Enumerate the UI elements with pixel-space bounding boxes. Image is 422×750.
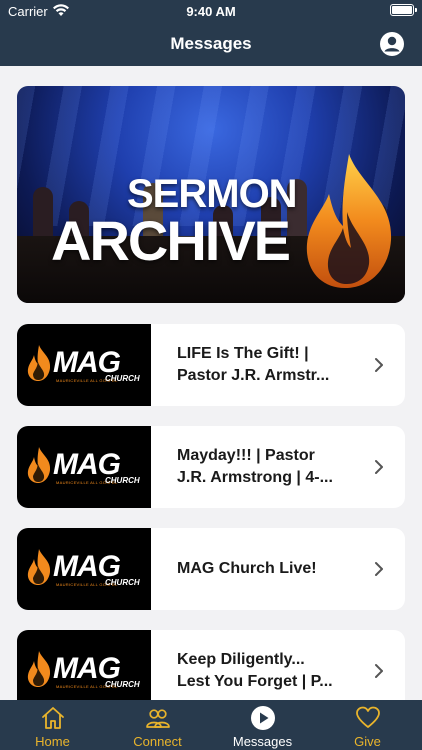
chevron-right-icon	[375, 460, 383, 474]
chevron-right-icon	[375, 664, 383, 678]
thumb-church: CHURCH	[105, 578, 140, 587]
tab-messages[interactable]: Messages	[210, 700, 315, 750]
tab-give[interactable]: Give	[315, 700, 420, 750]
mag-church-logo: MAG MAURICEVILLE ALL GOSPEL CHURCH	[17, 426, 151, 508]
profile-icon[interactable]	[380, 32, 404, 56]
list-item[interactable]: MAG MAURICEVILLE ALL GOSPEL CHURCH MAG C…	[17, 528, 405, 610]
thumb-church: CHURCH	[105, 374, 140, 383]
tab-label: Give	[354, 734, 381, 749]
mag-church-logo: MAG MAURICEVILLE ALL GOSPEL CHURCH	[17, 528, 151, 610]
thumb-church: CHURCH	[105, 680, 140, 689]
tab-connect[interactable]: Connect	[105, 700, 210, 750]
chevron-right-icon	[375, 562, 383, 576]
message-title: LIFE Is The Gift! | Pastor J.R. Armstr..…	[177, 345, 330, 384]
flame-icon	[27, 345, 51, 381]
play-icon	[251, 706, 275, 730]
thumb-church: CHURCH	[105, 476, 140, 485]
sermon-archive-banner[interactable]: SERMON ARCHIVE	[17, 86, 405, 303]
list-item[interactable]: MAG MAURICEVILLE ALL GOSPEL CHURCH Mayda…	[17, 426, 405, 508]
flame-icon	[27, 447, 51, 483]
tab-label: Messages	[232, 734, 293, 749]
message-title: Mayday!!! | Pastor J.R. Armstrong | 4-..…	[177, 447, 333, 486]
status-bar: Carrier 9:40 AM	[0, 0, 422, 22]
flame-icon	[27, 549, 51, 585]
message-title: MAG Church Live!	[177, 560, 317, 578]
tab-bar: Home Connect Messages Give	[0, 700, 422, 750]
heart-icon	[356, 706, 380, 728]
list-item[interactable]: MAG MAURICEVILLE ALL GOSPEL CHURCH LIFE …	[17, 324, 405, 406]
banner-title-line2: ARCHIVE	[51, 209, 291, 272]
people-icon	[146, 709, 170, 728]
home-icon	[42, 707, 64, 729]
flame-icon	[27, 651, 51, 687]
tab-label: Home	[35, 734, 70, 749]
tab-home[interactable]: Home	[0, 700, 105, 750]
flame-icon	[306, 154, 392, 288]
navigation-bar: Carrier 9:40 AM Messages	[0, 0, 422, 66]
battery-icon	[390, 4, 417, 16]
page-title: Messages	[170, 34, 252, 53]
tab-label: Connect	[133, 734, 182, 749]
status-time: 9:40 AM	[186, 4, 236, 19]
chevron-right-icon	[375, 358, 383, 372]
mag-church-logo: MAG MAURICEVILLE ALL GOSPEL CHURCH	[17, 324, 151, 406]
